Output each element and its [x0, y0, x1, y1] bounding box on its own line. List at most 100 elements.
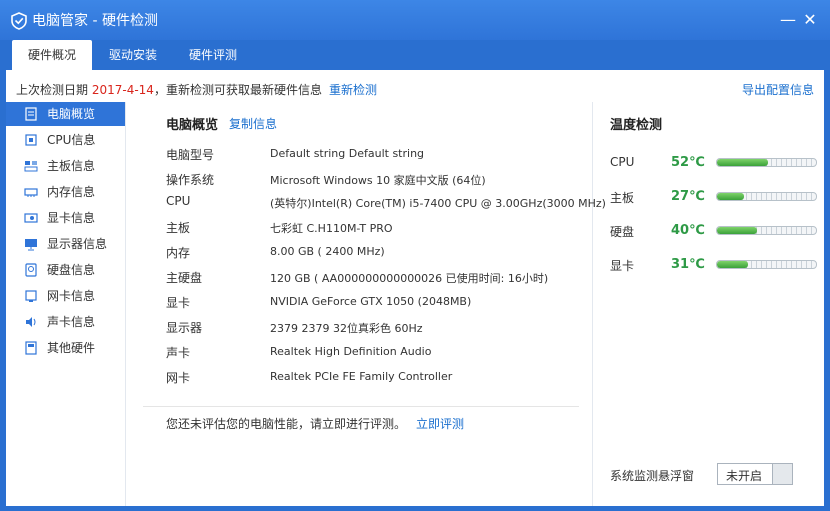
last-detection-text: 上次检测日期 2017-4-14，重新检测可获取最新硬件信息	[16, 81, 322, 98]
temp-bar	[716, 158, 817, 167]
temp-bar	[716, 192, 817, 201]
sidebar-item-overview[interactable]: 电脑概览	[6, 102, 125, 126]
sidebar: 电脑概览 CPU信息 主板信息 内存信息 显卡信息 显示器信息 硬盘信息 网卡信…	[6, 102, 126, 506]
sidebar-item-label: 内存信息	[47, 185, 96, 199]
temp-value: 40℃	[671, 223, 705, 238]
info-value: 120 GB ( AA000000000000026 已使用时间: 16小时)	[270, 272, 549, 285]
sidebar-item-label: 其他硬件	[47, 341, 96, 355]
info-key: 显示器	[166, 321, 203, 335]
temp-name: 硬盘	[610, 225, 635, 239]
info-row-sound: 声卡 Realtek High Definition Audio	[166, 342, 586, 362]
info-row-monitor: 显示器 2379 2379 32位真彩色 60Hz	[166, 317, 586, 337]
info-row-gpu: 显卡 NVIDIA GeForce GTX 1050 (2048MB)	[166, 292, 586, 312]
sidebar-item-label: 电脑概览	[47, 107, 96, 121]
info-key: 电脑型号	[166, 148, 215, 162]
sidebar-item-cpu[interactable]: CPU信息	[6, 128, 125, 152]
title-bar[interactable]: 电脑管家 - 硬件检测 — ✕	[0, 0, 830, 40]
recheck-link[interactable]: 重新检测	[329, 81, 377, 98]
temp-bar	[716, 260, 817, 269]
temp-row-disk: 硬盘 40℃	[610, 221, 820, 241]
tab-driver-install[interactable]: 驱动安装	[96, 40, 170, 70]
benchmark-now-link[interactable]: 立即评测	[416, 417, 464, 431]
last-detection-prefix: 上次检测日期	[16, 83, 92, 97]
sidebar-item-other[interactable]: 其他硬件	[6, 336, 125, 360]
floating-monitor-label: 系统监测悬浮窗	[610, 469, 695, 483]
info-key: 显卡	[166, 296, 191, 310]
info-row-disk: 主硬盘 120 GB ( AA000000000000026 已使用时间: 16…	[166, 267, 586, 287]
toggle-knob[interactable]	[772, 464, 792, 484]
last-detection-suffix: ，重新检测可获取最新硬件信息	[153, 83, 322, 97]
overview-icon	[25, 107, 37, 121]
info-key: 网卡	[166, 371, 191, 385]
hardware-detection-window: 电脑管家 - 硬件检测 — ✕ 硬件概况 驱动安装 硬件评测 上次检测日期 20…	[0, 0, 830, 511]
sidebar-item-label: 网卡信息	[47, 289, 96, 303]
info-row-cpu: CPU (英特尔)Intel(R) Core(TM) i5-7400 CPU @…	[166, 192, 606, 212]
benchmark-hint-text: 您还未评估您的电脑性能，请立即进行评测。	[166, 417, 407, 431]
temp-name: CPU	[610, 155, 635, 169]
other-icon	[25, 341, 37, 355]
sidebar-item-label: CPU信息	[47, 133, 96, 147]
motherboard-icon	[24, 161, 38, 172]
sidebar-item-monitor[interactable]: 显示器信息	[6, 232, 125, 256]
info-value: 2379 2379 32位真彩色 60Hz	[270, 322, 423, 335]
info-key: 主硬盘	[166, 271, 203, 285]
disk-icon	[25, 263, 37, 277]
shield-logo-icon	[11, 12, 27, 30]
detection-info-bar: 上次检测日期 2017-4-14，重新检测可获取最新硬件信息 重新检测 导出配置…	[6, 70, 824, 102]
temp-row-cpu: CPU 52℃	[610, 153, 820, 173]
temp-name: 显卡	[610, 259, 635, 273]
info-value: 七彩虹 C.H110M-T PRO	[270, 222, 393, 235]
floating-monitor-toggle[interactable]: 未开启	[717, 463, 793, 485]
copy-info-link[interactable]: 复制信息	[229, 115, 277, 132]
sidebar-item-label: 硬盘信息	[47, 263, 96, 277]
info-value: Realtek PCIe FE Family Controller	[270, 370, 453, 383]
sidebar-item-label: 显示器信息	[47, 237, 108, 251]
cpu-icon	[25, 134, 37, 146]
tab-hardware-benchmark[interactable]: 硬件评测	[176, 40, 250, 70]
divider	[143, 406, 579, 407]
info-key: 声卡	[166, 346, 191, 360]
memory-icon	[24, 188, 38, 197]
info-key: 操作系统	[166, 173, 215, 187]
temp-row-gpu: 显卡 31℃	[610, 255, 820, 275]
temp-bar	[716, 226, 817, 235]
temp-value: 52℃	[671, 155, 705, 170]
sidebar-item-disk[interactable]: 硬盘信息	[6, 258, 125, 282]
sidebar-item-sound[interactable]: 声卡信息	[6, 310, 125, 334]
temp-bar-fill	[717, 261, 748, 268]
info-row-os: 操作系统 Microsoft Windows 10 家庭中文版 (64位)	[166, 169, 586, 189]
content-panel: 上次检测日期 2017-4-14，重新检测可获取最新硬件信息 重新检测 导出配置…	[6, 70, 824, 506]
info-value: (英特尔)Intel(R) Core(TM) i5-7400 CPU @ 3.0…	[270, 197, 606, 210]
temp-bar-fill	[717, 193, 744, 200]
sidebar-item-motherboard[interactable]: 主板信息	[6, 154, 125, 178]
export-config-link[interactable]: 导出配置信息	[742, 81, 814, 98]
temp-value: 31℃	[671, 257, 705, 272]
info-key: 主板	[166, 221, 191, 235]
gpu-icon	[24, 213, 38, 223]
temp-bar-fill	[717, 227, 757, 234]
info-row-network: 网卡 Realtek PCIe FE Family Controller	[166, 367, 586, 387]
overview-panel: 电脑概览 复制信息 电脑型号 Default string Default st…	[127, 102, 606, 506]
tab-hardware-overview[interactable]: 硬件概况	[12, 40, 92, 70]
info-value: 8.00 GB ( 2400 MHz)	[270, 245, 385, 258]
temperature-title: 温度检测	[610, 118, 663, 133]
sound-icon	[26, 317, 36, 327]
sidebar-item-label: 主板信息	[47, 159, 96, 173]
window-title: 电脑管家 - 硬件检测	[32, 13, 158, 29]
minimize-button[interactable]: —	[778, 10, 798, 30]
close-button[interactable]: ✕	[800, 10, 820, 30]
tab-bar: 硬件概况 驱动安装 硬件评测	[0, 40, 830, 70]
sidebar-item-gpu[interactable]: 显卡信息	[6, 206, 125, 230]
info-row-memory: 内存 8.00 GB ( 2400 MHz)	[166, 242, 586, 262]
sidebar-item-network[interactable]: 网卡信息	[6, 284, 125, 308]
sidebar-item-label: 显卡信息	[47, 211, 96, 225]
temp-row-motherboard: 主板 27℃	[610, 187, 820, 207]
sidebar-item-label: 声卡信息	[47, 315, 96, 329]
info-value: Microsoft Windows 10 家庭中文版 (64位)	[270, 174, 486, 187]
sidebar-item-memory[interactable]: 内存信息	[6, 180, 125, 204]
info-key: CPU	[166, 194, 191, 208]
last-detection-date: 2017-4-14	[91, 83, 154, 97]
toggle-label: 未开启	[726, 469, 763, 483]
temp-value: 27℃	[671, 189, 705, 204]
info-row-model: 电脑型号 Default string Default string	[166, 144, 586, 164]
